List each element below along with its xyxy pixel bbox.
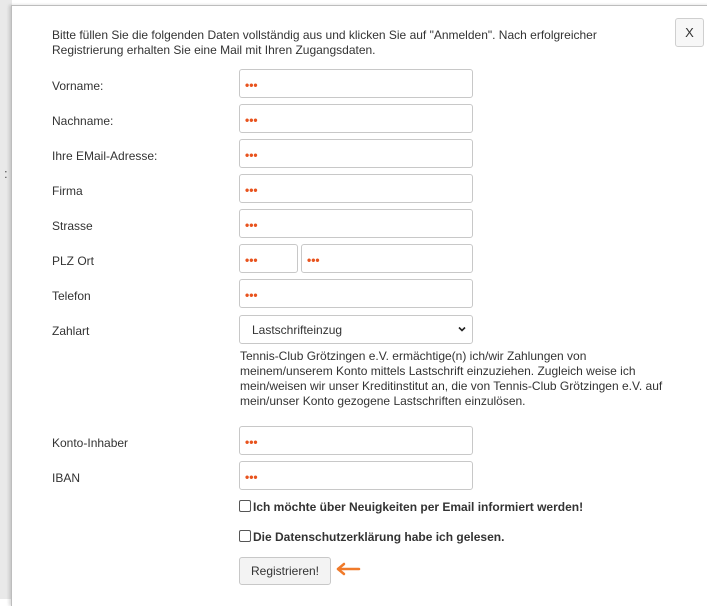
vorname-label: Vorname: <box>52 79 104 93</box>
close-icon: X <box>685 25 694 40</box>
required-marker: ••• <box>245 470 258 484</box>
intro-text: Bitte füllen Sie die folgenden Daten vol… <box>52 28 597 57</box>
required-marker: ••• <box>245 78 258 92</box>
register-button[interactable]: Registrieren! <box>239 557 331 585</box>
plz-input[interactable]: ••• <box>239 244 298 273</box>
strasse-input[interactable]: ••• <box>239 209 473 238</box>
required-marker: ••• <box>307 253 320 267</box>
konto-inhaber-input[interactable]: ••• <box>239 426 473 455</box>
privacy-option[interactable]: Die Datenschutzerklärung habe ich gelese… <box>239 530 504 544</box>
zahlart-label: Zahlart <box>52 324 90 338</box>
required-marker: ••• <box>245 183 258 197</box>
vorname-input[interactable]: ••• <box>239 69 473 98</box>
required-marker: ••• <box>245 148 258 162</box>
required-marker: ••• <box>245 218 258 232</box>
telefon-input[interactable]: ••• <box>239 279 473 308</box>
nachname-label: Nachname: <box>52 114 114 128</box>
newsletter-option[interactable]: Ich möchte über Neuigkeiten per Email in… <box>239 500 583 514</box>
required-marker: ••• <box>245 435 258 449</box>
required-marker: ••• <box>245 113 258 127</box>
arrow-left-icon <box>336 562 361 576</box>
close-button[interactable]: X <box>675 18 704 47</box>
newsletter-checkbox[interactable] <box>239 500 251 512</box>
required-marker: ••• <box>245 288 258 302</box>
nachname-input[interactable]: ••• <box>239 104 473 133</box>
chevron-down-icon <box>458 326 466 332</box>
email-label: Ihre EMail-Adresse: <box>52 149 158 163</box>
firma-label: Firma <box>52 184 83 198</box>
firma-input[interactable]: ••• <box>239 174 473 203</box>
newsletter-label: Ich möchte über Neuigkeiten per Email in… <box>253 500 584 514</box>
plz-ort-label: PLZ Ort <box>52 254 95 268</box>
zahlart-select[interactable]: Lastschrifteinzug <box>239 315 473 344</box>
telefon-label: Telefon <box>52 289 91 303</box>
zahlart-selected-value: Lastschrifteinzug <box>252 323 343 337</box>
sepa-mandate-text: Tennis-Club Grötzingen e.V. ermächtige(n… <box>240 349 663 408</box>
iban-input[interactable]: ••• <box>239 461 473 490</box>
privacy-checkbox[interactable] <box>239 530 251 542</box>
konto-inhaber-label: Konto-Inhaber <box>52 436 129 450</box>
ort-input[interactable]: ••• <box>301 244 473 273</box>
required-marker: ••• <box>245 253 258 267</box>
privacy-label: Die Datenschutzerklärung habe ich gelese… <box>253 530 505 544</box>
background-glyph: : <box>4 166 8 181</box>
strasse-label: Strasse <box>52 219 93 233</box>
iban-label: IBAN <box>52 471 81 485</box>
email-input[interactable]: ••• <box>239 139 473 168</box>
